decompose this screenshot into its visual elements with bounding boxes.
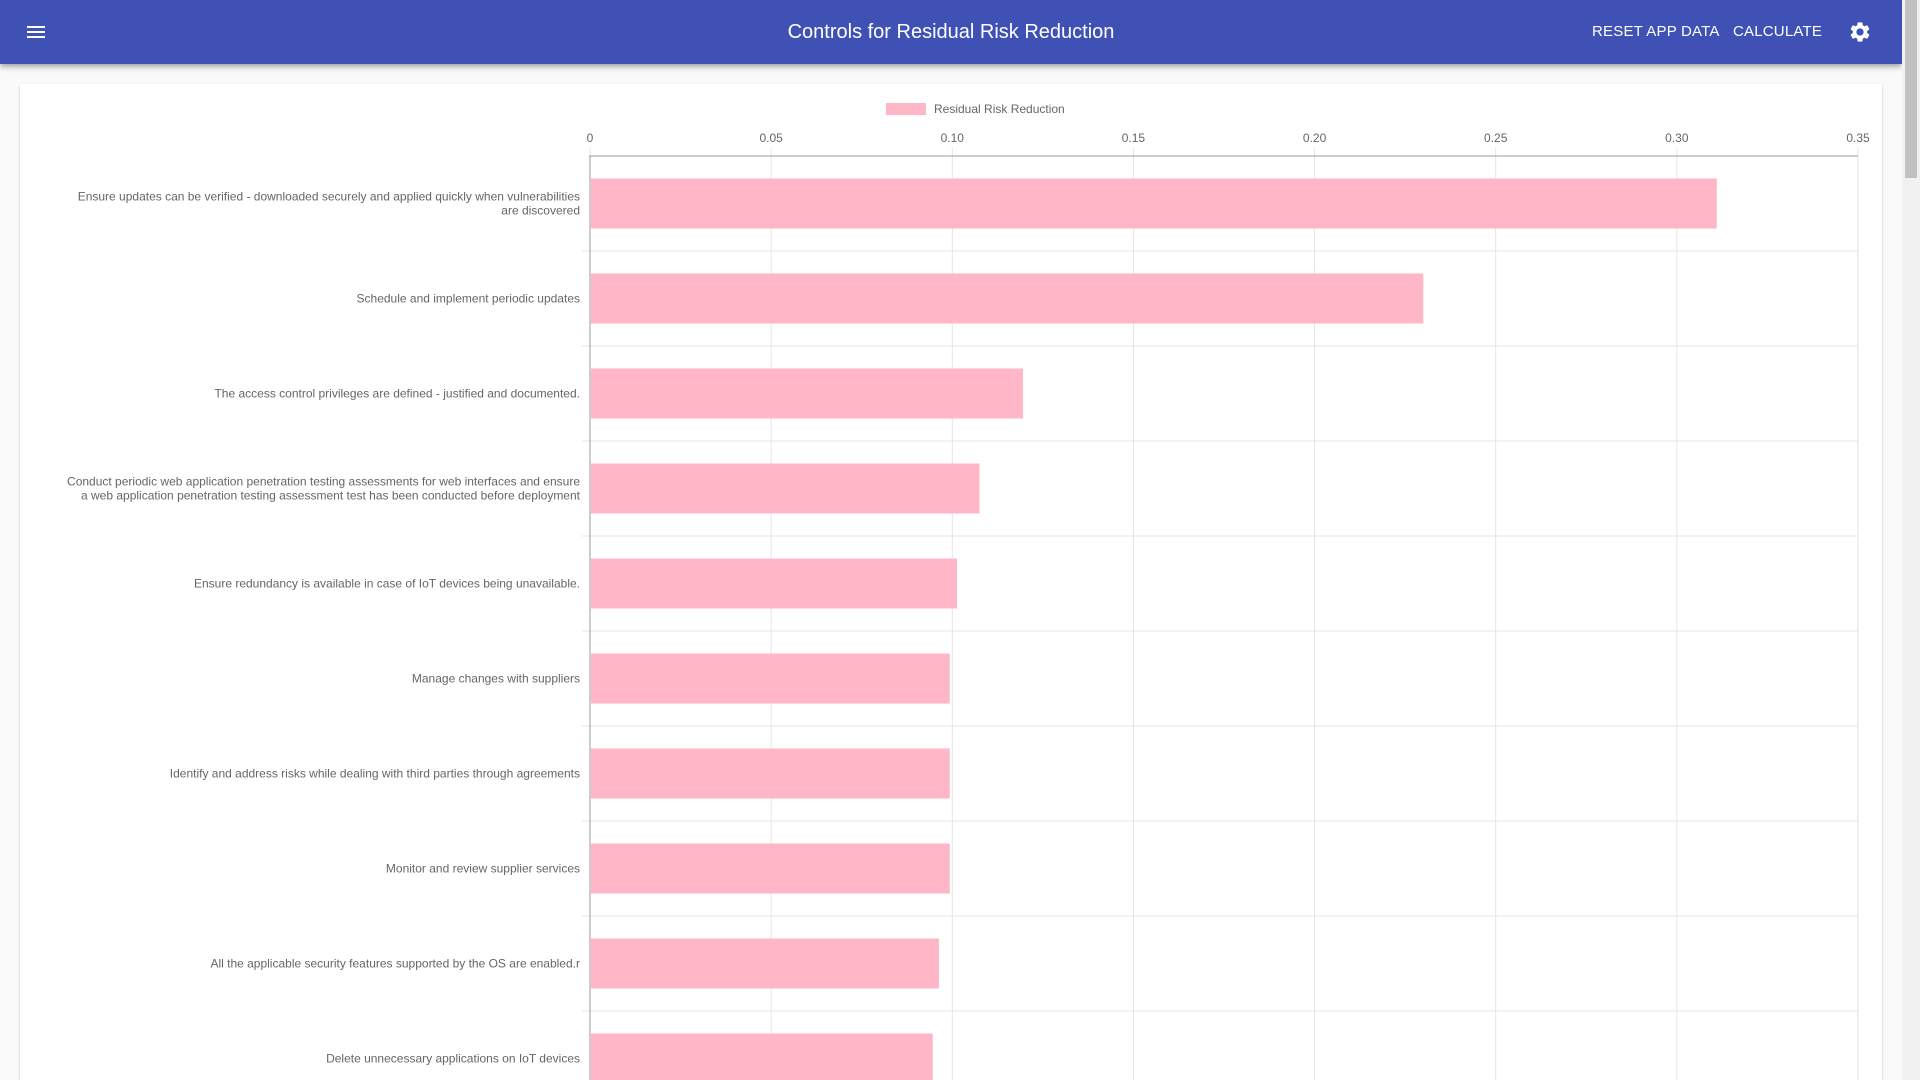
x-tick-label: 0.05 xyxy=(759,131,783,145)
app-viewport: Controls for Residual Risk Reduction RES… xyxy=(0,0,1902,1080)
settings-button[interactable] xyxy=(1838,10,1882,54)
x-tick-label: 0.20 xyxy=(1303,131,1327,145)
x-tick-label: 0 xyxy=(587,131,594,145)
category-label: The access control privileges are define… xyxy=(214,387,580,401)
category-label: Monitor and review supplier services xyxy=(386,862,580,876)
bar xyxy=(591,843,950,894)
category-label: Manage changes with suppliers xyxy=(412,672,580,686)
menu-icon xyxy=(27,26,45,38)
x-tick-label: 0.30 xyxy=(1665,131,1689,145)
bar xyxy=(591,368,1023,419)
bar xyxy=(591,178,1717,229)
residual-risk-chart: Residual Risk Reduction 0 0.05 0.10 0.15 0.20… xyxy=(67,102,1870,1080)
category-label: a web application penetration testing as… xyxy=(81,489,581,503)
category-label: Ensure redundancy is available in case o… xyxy=(194,577,580,591)
x-tick-label: 0.25 xyxy=(1484,131,1508,145)
x-tick-label: 0.10 xyxy=(941,131,965,145)
reset-app-data-button[interactable]: RESET APP DATA xyxy=(1584,14,1728,50)
bar xyxy=(591,938,939,989)
scrollbar-thumb[interactable] xyxy=(1905,0,1917,178)
legend-label: Residual Risk Reduction xyxy=(934,102,1065,116)
bar xyxy=(591,463,980,514)
legend-swatch xyxy=(886,103,926,115)
category-label: Conduct periodic web application penetra… xyxy=(67,475,580,489)
category-label: are discovered xyxy=(501,204,580,218)
chart-card: Residual Risk Reduction 0 0.05 0.10 0.15 0.20… xyxy=(20,84,1882,1080)
category-label: Identify and address risks while dealing… xyxy=(170,767,580,781)
category-label: Delete unnecessary applications on IoT d… xyxy=(326,1052,580,1066)
x-tick-label: 0.35 xyxy=(1846,131,1870,145)
bar xyxy=(591,273,1424,324)
x-tick-label: 0.15 xyxy=(1122,131,1146,145)
category-label: Ensure updates can be verified - downloa… xyxy=(78,190,580,204)
menu-button[interactable] xyxy=(14,10,58,54)
category-label: Schedule and implement periodic updates xyxy=(357,292,580,306)
calculate-button[interactable]: CALCULATE xyxy=(1725,14,1830,50)
bar xyxy=(591,558,957,609)
app-bar: Controls for Residual Risk Reduction RES… xyxy=(0,0,1902,64)
bar xyxy=(591,1033,933,1080)
bar xyxy=(591,748,950,799)
page-scrollbar[interactable] xyxy=(1902,0,1920,1080)
gear-icon xyxy=(1850,22,1870,42)
bar xyxy=(591,653,950,704)
category-label: All the applicable security features sup… xyxy=(210,957,580,971)
